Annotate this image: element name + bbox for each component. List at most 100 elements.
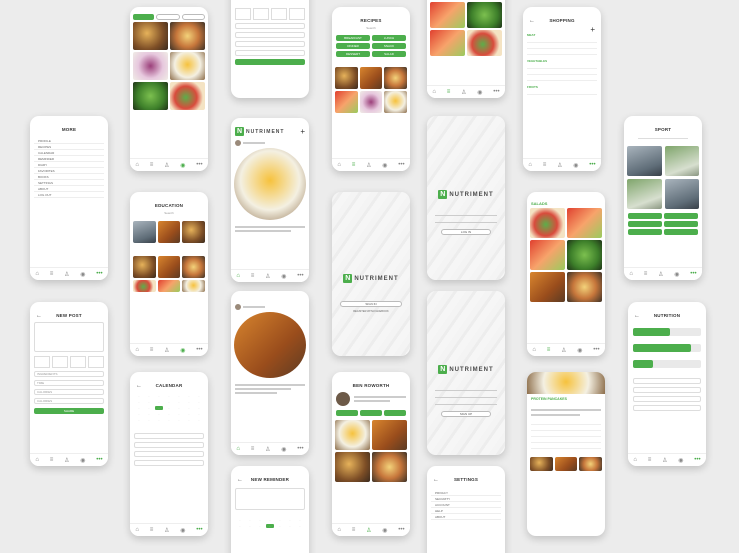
more-icon[interactable]: ••• — [398, 527, 404, 533]
eye-icon[interactable]: ◉ — [180, 347, 185, 354]
search-input[interactable] — [638, 135, 688, 139]
eye-icon[interactable]: ◉ — [281, 273, 286, 280]
email-field[interactable] — [435, 215, 497, 216]
profile-photo[interactable] — [335, 452, 370, 482]
post-photo[interactable] — [234, 312, 306, 378]
home-icon[interactable]: ⌂ — [337, 527, 341, 533]
filter-snack[interactable]: SNACK — [372, 43, 406, 49]
post-photo[interactable] — [234, 148, 306, 220]
user-icon[interactable]: ♙ — [164, 347, 169, 354]
home-icon[interactable]: ⌂ — [532, 347, 536, 353]
search-input[interactable]: Search — [140, 211, 198, 215]
user-icon[interactable]: ♙ — [64, 271, 69, 278]
home-icon[interactable]: ⌂ — [35, 457, 39, 463]
user-icon[interactable]: ♙ — [557, 162, 562, 169]
user-icon[interactable]: ♙ — [64, 457, 69, 464]
user-icon[interactable]: ♙ — [366, 162, 371, 169]
post-text-area[interactable] — [34, 322, 104, 352]
message-button[interactable] — [360, 410, 382, 416]
event-row[interactable] — [134, 451, 204, 457]
follow-button[interactable] — [336, 410, 358, 416]
sport-category[interactable] — [628, 213, 662, 219]
shopping-item[interactable] — [527, 89, 597, 95]
recipe-thumb[interactable] — [384, 67, 407, 89]
salad-photo[interactable] — [567, 208, 602, 238]
food-photo[interactable] — [170, 82, 205, 110]
recipe-thumb[interactable] — [359, 91, 383, 113]
back-arrow-icon[interactable]: ← — [529, 18, 535, 24]
list-icon[interactable]: ≡ — [150, 527, 154, 533]
more-icon[interactable]: ••• — [196, 527, 202, 533]
home-icon[interactable]: ⌂ — [35, 271, 39, 277]
food-photo[interactable] — [133, 52, 168, 80]
calories-field[interactable]: CALORIES — [34, 398, 104, 404]
profile-photo[interactable] — [372, 452, 407, 482]
list-icon[interactable]: ≡ — [50, 271, 54, 277]
sport-photo[interactable] — [664, 146, 699, 176]
more-icon[interactable]: ••• — [589, 162, 595, 168]
eye-icon[interactable]: ◉ — [382, 527, 387, 534]
nutrition-field[interactable] — [633, 405, 701, 411]
sport-category[interactable] — [664, 229, 698, 235]
list-icon[interactable]: ≡ — [543, 162, 547, 168]
salad-photo[interactable] — [567, 272, 602, 302]
filter-tab[interactable] — [133, 14, 155, 20]
photo-slot[interactable] — [88, 356, 104, 368]
user-icon[interactable]: ♙ — [164, 162, 169, 169]
nutrition-field[interactable] — [633, 378, 701, 384]
article-thumb[interactable] — [157, 280, 181, 292]
event-row[interactable] — [134, 442, 204, 448]
share-button[interactable]: SHARE — [34, 408, 104, 414]
more-icon[interactable]: ••• — [297, 273, 303, 279]
user-icon[interactable]: ♙ — [265, 273, 270, 280]
recipe-thumb[interactable] — [335, 91, 358, 113]
eye-icon[interactable]: ◉ — [573, 162, 578, 169]
recipe-thumb[interactable] — [384, 91, 407, 113]
photo-slot[interactable] — [253, 8, 269, 20]
back-arrow-icon[interactable]: ← — [36, 313, 42, 319]
posts-button[interactable] — [384, 410, 406, 416]
facebook-register-link[interactable]: REGISTER WITH FACEBOOK — [332, 310, 410, 313]
food-photo[interactable] — [430, 30, 465, 56]
sport-category[interactable] — [664, 213, 698, 219]
reminder-text-area[interactable] — [235, 488, 305, 510]
article-thumb[interactable] — [133, 280, 156, 292]
photo-slot[interactable] — [34, 356, 50, 368]
related-thumb[interactable] — [554, 457, 578, 471]
article-thumb[interactable] — [182, 280, 205, 292]
list-icon[interactable]: ≡ — [648, 457, 652, 463]
eye-icon[interactable]: ◉ — [281, 446, 286, 453]
list-icon[interactable]: ≡ — [251, 446, 255, 452]
search-input[interactable]: Search — [342, 26, 400, 30]
calendar-grid[interactable]: · · · · · · · · · · · · · · · · · · · · · · · · · · · · · · · · · · · — [130, 388, 208, 424]
sport-photo[interactable] — [664, 179, 699, 209]
list-icon[interactable]: ≡ — [50, 457, 54, 463]
user-icon[interactable]: ♙ — [658, 271, 663, 278]
entry-field[interactable] — [235, 23, 305, 29]
article-thumb[interactable] — [133, 221, 156, 243]
user-icon[interactable]: ♙ — [561, 347, 566, 354]
nutrition-field[interactable] — [633, 396, 701, 402]
avatar[interactable] — [336, 392, 350, 406]
sport-photo[interactable] — [627, 179, 662, 209]
eye-icon[interactable]: ◉ — [477, 89, 482, 96]
sport-category[interactable] — [628, 221, 662, 227]
list-icon[interactable]: ≡ — [150, 162, 154, 168]
list-icon[interactable]: ≡ — [150, 347, 154, 353]
password-field[interactable] — [435, 222, 497, 223]
salad-photo[interactable] — [567, 240, 602, 270]
article-thumb[interactable] — [157, 221, 181, 243]
list-icon[interactable]: ≡ — [352, 527, 356, 533]
salad-photo[interactable] — [530, 240, 565, 270]
more-item[interactable]: LOG OUT — [34, 192, 104, 198]
list-icon[interactable]: ≡ — [251, 273, 255, 279]
entry-field[interactable] — [235, 41, 305, 47]
recipe-thumb[interactable] — [335, 67, 358, 89]
sport-category[interactable] — [628, 229, 662, 235]
home-icon[interactable]: ⌂ — [432, 89, 436, 95]
filter-tab[interactable] — [181, 14, 205, 20]
food-photo[interactable] — [170, 22, 205, 50]
eye-icon[interactable]: ◉ — [577, 347, 582, 354]
filter-lunch[interactable]: LUNCH — [372, 35, 406, 41]
submit-button[interactable] — [235, 59, 305, 65]
